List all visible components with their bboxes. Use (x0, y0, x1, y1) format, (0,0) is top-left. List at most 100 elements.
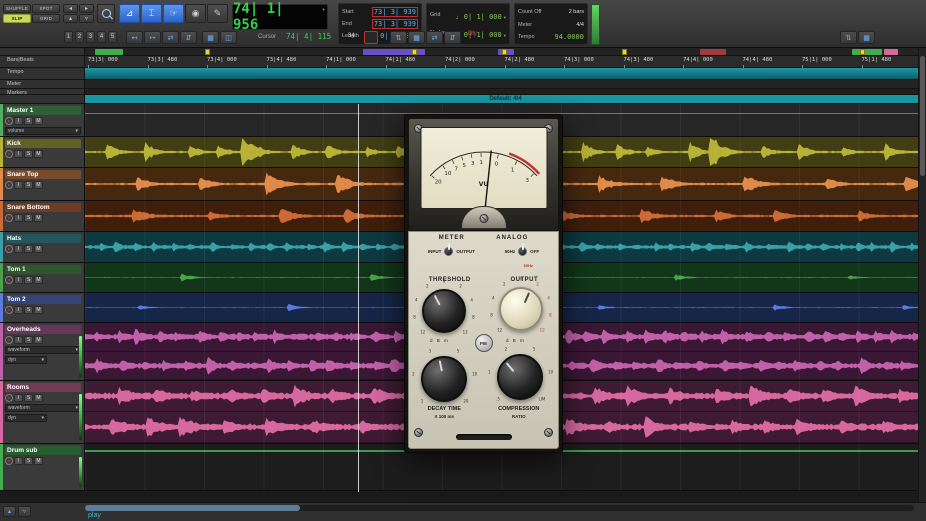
grabber-tool-button[interactable]: ☞ (163, 4, 184, 23)
link-track-button[interactable]: ⇵ (180, 31, 197, 44)
selector-tool-button[interactable]: ⌶ (141, 4, 162, 23)
record-arm-button[interactable] (5, 306, 13, 314)
output-knob[interactable] (499, 287, 543, 331)
ruler-label-meter[interactable]: Meter (0, 80, 85, 89)
track-header[interactable]: Overheads I S M waveform▾ dyn▾ (0, 323, 85, 380)
mute-button[interactable]: M (34, 457, 43, 465)
mute-button[interactable]: M (34, 117, 43, 125)
input-button[interactable]: I (14, 181, 23, 189)
automation-mode-selector[interactable]: dyn▾ (5, 356, 47, 364)
mode-grid-button[interactable]: GRID (32, 14, 60, 23)
meter-event-bar[interactable]: Default: 4/4 (85, 95, 926, 104)
clip-list-toggle-button[interactable]: ▦ (858, 31, 875, 44)
track-name[interactable]: Master 1 (5, 106, 81, 115)
track-header[interactable]: Master 1 I S M volume▾ (0, 104, 85, 136)
mute-button[interactable]: M (34, 150, 43, 158)
zoom-up-button[interactable]: ▴ (63, 14, 78, 23)
record-arm-button[interactable] (5, 336, 13, 344)
zoom-toggle-button[interactable]: ▴ (3, 506, 16, 517)
track-name[interactable]: Rooms (5, 383, 81, 392)
memory-2-button[interactable]: 2 (75, 31, 84, 43)
horizontal-scrollbar[interactable] (85, 505, 914, 511)
solo-button[interactable]: S (24, 245, 33, 253)
input-button[interactable]: I (14, 150, 23, 158)
track-name[interactable]: Snare Top (5, 170, 81, 179)
zoom-in-button[interactable]: ▸ (79, 4, 94, 13)
layered-edit-button[interactable]: ▦ (408, 31, 425, 44)
scroll-options-button[interactable]: ◫ (220, 31, 237, 44)
tempo-button[interactable]: Tempo (518, 34, 535, 40)
track-name[interactable]: Tom 2 (5, 295, 81, 304)
memory-3-button[interactable]: 3 (86, 31, 95, 43)
track-header[interactable]: Tom 2 I S M (0, 293, 85, 322)
tab-forward-button[interactable]: ↦ (144, 31, 161, 44)
ruler-label-bars-beats[interactable]: Bars|Beats (0, 56, 85, 68)
track-header[interactable]: Hats I S M (0, 232, 85, 262)
track-header[interactable]: Snare Bottom I S M (0, 201, 85, 231)
solo-button[interactable]: S (24, 181, 33, 189)
input-button[interactable]: I (14, 457, 23, 465)
input-button[interactable]: I (14, 117, 23, 125)
track-header[interactable]: Tom 1 I S M (0, 263, 85, 292)
mirror-edit-button[interactable]: ⇅ (390, 31, 407, 44)
trim-tool-button[interactable]: ⊿ (119, 4, 140, 23)
marker-flag[interactable] (502, 49, 507, 55)
grid-value[interactable]: 0| 1| 000 (464, 13, 502, 21)
track-height-button[interactable]: ▿ (18, 506, 31, 517)
record-arm-button[interactable] (5, 150, 13, 158)
marker-flag[interactable] (412, 49, 417, 55)
mute-button[interactable]: M (34, 336, 43, 344)
solo-button[interactable]: S (24, 276, 33, 284)
input-button[interactable]: I (14, 245, 23, 253)
track-header[interactable]: Drum sub I S M (0, 444, 85, 490)
insertion-follows-button[interactable]: ▦ (202, 31, 219, 44)
compressor-plugin-window[interactable]: 20107531013 VU METER ANALOG INPUT OUTPUT (404, 114, 563, 453)
record-arm-button[interactable] (5, 245, 13, 253)
end-value[interactable]: 73| 3| 939 (372, 19, 418, 29)
threshold-knob[interactable] (422, 289, 466, 333)
horizontal-scroll-thumb[interactable] (85, 505, 300, 511)
memory-1-button[interactable]: 1 (64, 31, 73, 43)
track-header[interactable]: Rooms I S M waveform▾ dyn▾ (0, 381, 85, 443)
ruler-label-tempo[interactable]: Tempo (0, 68, 85, 80)
mute-button[interactable]: M (34, 181, 43, 189)
mute-button[interactable]: M (34, 276, 43, 284)
bars-beats-ruler[interactable]: 73|3| 00073|3| 48073|4| 00073|4| 48074|1… (85, 56, 926, 68)
mute-button[interactable]: M (34, 214, 43, 222)
mute-button[interactable]: M (34, 306, 43, 314)
memory-4-button[interactable]: 4 (97, 31, 106, 43)
compression-ratio-knob[interactable] (497, 354, 543, 400)
record-arm-button[interactable] (5, 117, 13, 125)
conductor-indicator[interactable] (591, 4, 600, 45)
counter-caret-icon[interactable]: ▾ (322, 7, 325, 13)
marker-segment[interactable] (700, 49, 726, 55)
tempo-ruler[interactable] (85, 68, 926, 80)
solo-button[interactable]: S (24, 336, 33, 344)
track-view-selector[interactable]: waveform▾ (5, 346, 81, 354)
mode-slip-button[interactable]: SLIP (3, 14, 31, 23)
solo-button[interactable]: S (24, 457, 33, 465)
zoom-down-button[interactable]: ▿ (79, 14, 94, 23)
vertical-scroll-thumb[interactable] (920, 56, 925, 176)
markers-strip[interactable] (85, 48, 926, 56)
track-name[interactable]: Snare Bottom (5, 203, 81, 212)
zoom-out-button[interactable]: ◂ (63, 4, 78, 13)
auto-scroll-button[interactable]: ⇄ (426, 31, 443, 44)
dly-indicator[interactable]: Dly (468, 31, 492, 44)
input-button[interactable]: I (14, 306, 23, 314)
playhead-cursor[interactable] (358, 104, 359, 492)
delay-compensation-indicator[interactable] (364, 31, 378, 44)
start-value[interactable]: 73| 3| 939 (372, 7, 418, 17)
marker-flag[interactable] (622, 49, 627, 55)
mute-button[interactable]: M (34, 245, 43, 253)
keyboard-focus-button[interactable]: ⇵ (444, 31, 461, 44)
zoomer-tool-button[interactable] (97, 4, 115, 23)
link-timeline-button[interactable]: ⇄ (162, 31, 179, 44)
mute-button[interactable]: M (34, 394, 43, 402)
track-name[interactable]: Overheads (5, 325, 81, 334)
track-list-toggle-button[interactable]: ⇅ (840, 31, 857, 44)
meter-button[interactable]: Meter (518, 22, 532, 28)
marker-segment[interactable] (95, 49, 123, 55)
mode-spot-button[interactable]: SPOT (32, 4, 60, 13)
solo-button[interactable]: S (24, 117, 33, 125)
